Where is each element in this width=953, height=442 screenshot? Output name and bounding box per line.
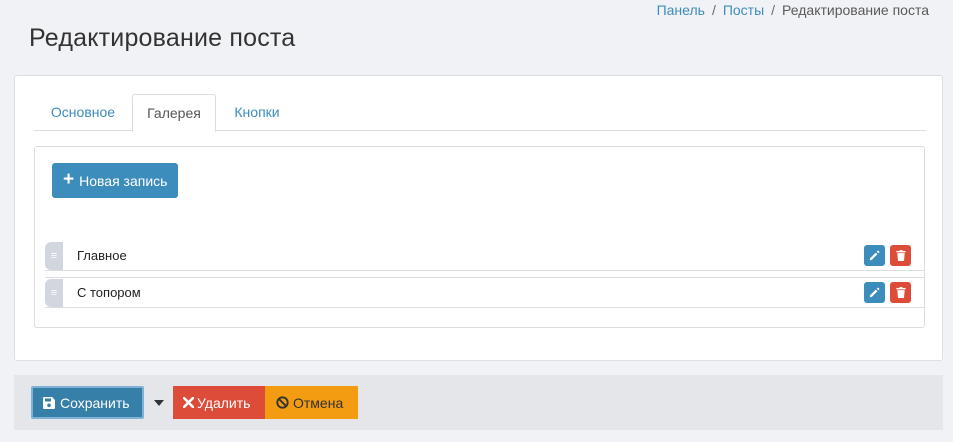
new-entry-button[interactable]: + Новая запись xyxy=(52,163,179,198)
list-item: ≡ Главное xyxy=(45,241,925,271)
tab-bar: Основное Галерея Кнопки xyxy=(34,94,926,132)
drag-handle-icon[interactable]: ≡ xyxy=(45,242,63,270)
breadcrumb-separator: / xyxy=(771,2,776,18)
delete-button[interactable] xyxy=(890,245,911,266)
list-item-label: С топором xyxy=(77,285,141,300)
trash-icon xyxy=(895,287,906,298)
trash-icon xyxy=(895,250,906,261)
gallery-panel: + Новая запись ≡ Главное ≡ С топором xyxy=(34,146,925,328)
delete-button[interactable] xyxy=(890,282,911,303)
edit-button[interactable] xyxy=(864,245,885,266)
edit-card: Основное Галерея Кнопки + Новая запись ≡… xyxy=(14,75,943,361)
page-title: Редактирование поста xyxy=(29,24,296,52)
save-button[interactable]: Сохранить xyxy=(31,386,144,419)
tab-main[interactable]: Основное xyxy=(36,94,130,131)
tab-buttons[interactable]: Кнопки xyxy=(222,94,292,131)
save-button-label: Сохранить xyxy=(60,394,130,411)
new-entry-label: Новая запись xyxy=(79,172,168,189)
cancel-button-label: Отмена xyxy=(293,394,344,411)
times-icon xyxy=(183,397,194,408)
breadcrumb-current: Редактирование поста xyxy=(782,2,929,18)
pencil-icon xyxy=(869,287,880,298)
tab-gallery[interactable]: Галерея xyxy=(132,94,216,132)
delete-post-label: Удалить xyxy=(197,394,251,411)
list-item: ≡ С топором xyxy=(45,277,925,308)
breadcrumb-link-dashboard[interactable]: Панель xyxy=(657,2,705,18)
plus-icon: + xyxy=(63,169,75,190)
breadcrumb-separator: / xyxy=(711,2,716,18)
ban-icon xyxy=(276,396,289,409)
list-item-label: Главное xyxy=(77,248,127,263)
caret-down-icon xyxy=(154,399,164,406)
drag-handle-icon[interactable]: ≡ xyxy=(45,279,63,307)
cancel-button[interactable]: Отмена xyxy=(265,386,358,419)
form-footer: Сохранить Удалить Отмена xyxy=(14,375,943,430)
save-options-dropdown[interactable] xyxy=(148,386,170,419)
delete-post-button[interactable]: Удалить xyxy=(173,386,265,419)
floppy-disk-icon xyxy=(43,396,55,409)
breadcrumb: Панель / Посты / Редактирование поста xyxy=(657,2,929,18)
edit-button[interactable] xyxy=(864,282,885,303)
pencil-icon xyxy=(869,250,880,261)
breadcrumb-link-posts[interactable]: Посты xyxy=(723,2,764,18)
